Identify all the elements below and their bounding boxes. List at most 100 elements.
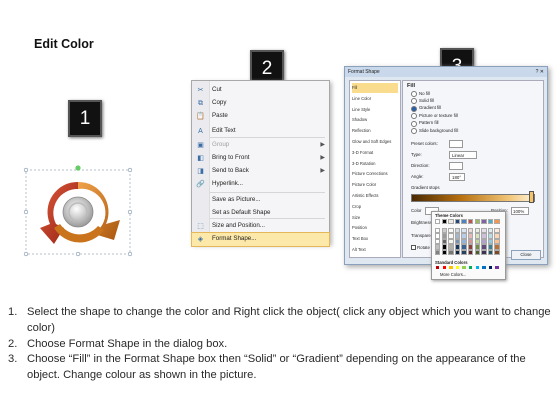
theme-color-swatch[interactable] — [487, 218, 494, 225]
fill-radio-no-fill[interactable] — [411, 91, 417, 97]
theme-color-swatch[interactable] — [454, 227, 461, 234]
theme-color-swatch[interactable] — [481, 244, 487, 250]
theme-color-swatch[interactable] — [454, 249, 461, 256]
standard-color-swatch[interactable] — [482, 266, 486, 270]
theme-color-swatch[interactable] — [461, 227, 467, 234]
theme-color-swatch[interactable] — [474, 249, 481, 256]
theme-color-swatch[interactable] — [467, 244, 474, 250]
close-button[interactable]: Close — [511, 250, 541, 260]
rotation-handle[interactable] — [75, 165, 81, 171]
standard-color-swatch[interactable] — [455, 266, 460, 270]
theme-color-swatch[interactable] — [494, 249, 500, 256]
theme-color-swatch[interactable] — [434, 249, 441, 256]
theme-color-swatch[interactable] — [441, 218, 448, 225]
menu-item-paste[interactable]: 📋 Paste — [192, 110, 329, 123]
theme-color-swatch[interactable] — [461, 233, 467, 239]
theme-color-swatch[interactable] — [474, 227, 481, 234]
menu-item-size-and-position[interactable]: ⬚ Size and Position... — [192, 220, 329, 233]
theme-color-swatch[interactable] — [494, 244, 500, 250]
theme-color-swatch[interactable] — [487, 227, 494, 234]
theme-color-swatch[interactable] — [467, 249, 474, 256]
category-reflection[interactable]: Reflection — [352, 126, 398, 136]
category-text-box[interactable]: Text Box — [352, 234, 398, 244]
standard-color-swatch[interactable] — [475, 266, 479, 270]
menu-item-copy[interactable]: ⧉ Copy — [192, 97, 329, 110]
help-close-icons[interactable]: ? ✕ — [536, 67, 544, 77]
theme-color-swatch[interactable] — [461, 244, 467, 250]
theme-color-swatch[interactable] — [448, 233, 454, 239]
fill-radio-pattern-fill[interactable] — [411, 120, 417, 127]
theme-color-swatch[interactable] — [474, 244, 481, 250]
menu-item-format-shape[interactable]: ◈ Format Shape... — [191, 232, 330, 247]
fill-radio-slide-background-fill[interactable] — [411, 128, 417, 134]
gradient-stops-bar[interactable] — [411, 194, 535, 202]
menu-item-send-to-back[interactable]: ◨ Send to Back ▶ — [192, 165, 329, 178]
theme-color-swatch[interactable] — [448, 218, 454, 225]
theme-color-swatch[interactable] — [441, 233, 448, 239]
theme-color-swatch[interactable] — [454, 244, 461, 250]
standard-color-swatch[interactable] — [462, 266, 466, 270]
theme-color-swatch[interactable] — [448, 227, 454, 234]
menu-item-bring-to-front[interactable]: ◧ Bring to Front ▶ — [192, 152, 329, 165]
theme-color-swatch[interactable] — [434, 238, 441, 245]
standard-color-swatch[interactable] — [469, 266, 473, 270]
theme-color-swatch[interactable] — [487, 249, 494, 256]
theme-color-swatch[interactable] — [474, 218, 481, 225]
theme-color-swatch[interactable] — [467, 218, 474, 225]
theme-color-swatch[interactable] — [487, 238, 494, 245]
type-select[interactable]: Linear — [449, 151, 477, 159]
theme-color-swatch[interactable] — [461, 218, 467, 225]
theme-color-swatch[interactable] — [434, 233, 441, 239]
rotate-with-shape-checkbox[interactable] — [411, 245, 416, 250]
category-picture-color[interactable]: Picture Color — [352, 180, 398, 190]
theme-color-swatch[interactable] — [494, 233, 500, 239]
theme-color-swatch[interactable] — [487, 233, 494, 239]
theme-color-swatch[interactable] — [448, 244, 454, 250]
category-3-d-format[interactable]: 3-D Format — [352, 148, 398, 158]
theme-color-swatch[interactable] — [474, 233, 481, 239]
position-input[interactable]: 100% — [511, 207, 529, 215]
fill-radio-picture-or-texture-fill[interactable] — [411, 113, 417, 120]
theme-color-swatch[interactable] — [494, 218, 500, 225]
theme-color-swatch[interactable] — [494, 238, 500, 245]
category-line-color[interactable]: Line Color — [352, 94, 398, 104]
theme-color-swatch[interactable] — [461, 249, 467, 256]
standard-color-swatch[interactable] — [495, 266, 499, 270]
theme-color-swatch[interactable] — [434, 227, 441, 234]
theme-color-swatch[interactable] — [461, 238, 467, 245]
theme-color-swatch[interactable] — [467, 227, 474, 234]
theme-color-swatch[interactable] — [467, 233, 474, 239]
menu-item-hyperlink[interactable]: 🔗 Hyperlink... — [192, 178, 329, 191]
theme-color-swatch[interactable] — [434, 244, 441, 250]
category-shadow[interactable]: Shadow — [352, 115, 398, 125]
category-3-d-rotation[interactable]: 3-D Rotation — [352, 159, 398, 169]
theme-color-swatch[interactable] — [441, 249, 448, 256]
standard-color-swatch[interactable] — [488, 266, 493, 270]
standard-color-swatch[interactable] — [449, 266, 453, 270]
category-crop[interactable]: Crop — [352, 202, 398, 212]
menu-item-edit-text[interactable]: A Edit Text — [192, 125, 329, 138]
more-colors-item[interactable]: More Colors... — [440, 272, 466, 277]
standard-color-swatch[interactable] — [442, 266, 446, 270]
menu-item-save-as-picture[interactable]: Save as Picture... — [192, 194, 329, 207]
theme-color-swatch[interactable] — [434, 218, 441, 225]
circular-arrows-shape[interactable] — [20, 162, 138, 262]
fill-radio-solid-fill[interactable] — [411, 98, 417, 105]
theme-color-swatch[interactable] — [454, 238, 461, 245]
theme-color-swatch[interactable] — [467, 238, 474, 245]
category-picture-corrections[interactable]: Picture Corrections — [352, 169, 398, 179]
category-fill[interactable]: Fill — [352, 83, 398, 93]
fill-radio-gradient-fill[interactable] — [411, 105, 417, 112]
theme-color-swatch[interactable] — [474, 238, 481, 245]
category-position[interactable]: Position — [352, 223, 398, 233]
theme-color-swatch[interactable] — [494, 227, 500, 234]
standard-color-swatch[interactable] — [436, 266, 440, 270]
theme-color-swatch[interactable] — [481, 249, 487, 256]
theme-color-swatch[interactable] — [454, 218, 461, 225]
theme-color-swatch[interactable] — [441, 238, 448, 245]
theme-color-swatch[interactable] — [448, 238, 454, 245]
theme-color-swatch[interactable] — [448, 249, 454, 256]
category-size[interactable]: Size — [352, 213, 398, 223]
theme-color-swatch[interactable] — [441, 244, 448, 250]
gradient-stop-handle[interactable] — [529, 191, 534, 203]
